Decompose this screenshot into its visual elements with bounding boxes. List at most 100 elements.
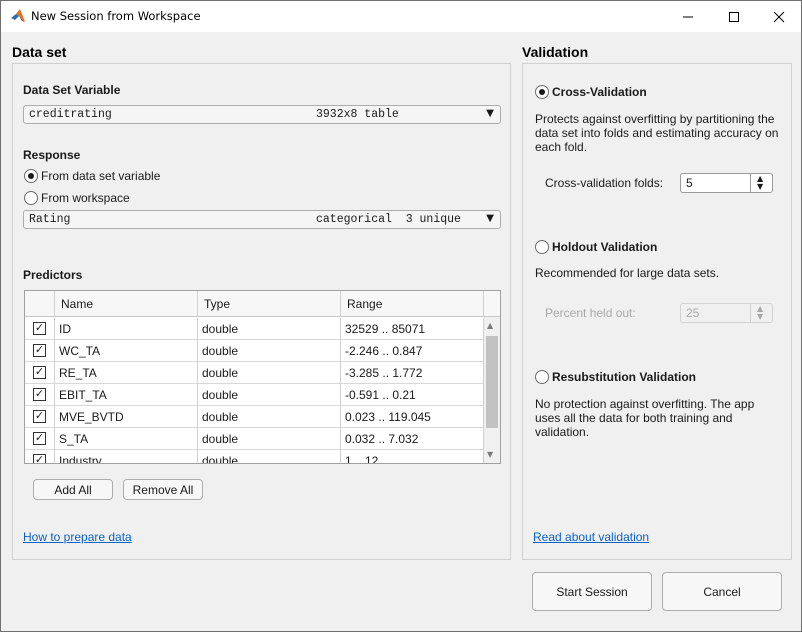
resubstitution-description: No protection against overfitting. The a…: [535, 397, 755, 439]
table-row[interactable]: ✓ RE_TA double -3.285 .. 1.772: [25, 362, 485, 384]
table-header: Name Type Range: [25, 291, 500, 317]
cell-range: -3.285 .. 1.772: [341, 362, 484, 384]
include-checkbox[interactable]: ✓: [33, 344, 46, 357]
cell-type: double: [198, 384, 341, 406]
folds-label: Cross-validation folds:: [545, 176, 664, 190]
remove-all-button[interactable]: Remove All: [123, 479, 203, 500]
read-about-validation-link[interactable]: Read about validation: [533, 530, 649, 544]
dataset-variable-label: Data Set Variable: [23, 83, 121, 97]
how-to-prepare-data-link[interactable]: How to prepare data: [23, 530, 132, 544]
table-scrollbar[interactable]: ▲ ▼: [484, 317, 500, 463]
close-icon: [773, 11, 785, 22]
cross-validation-radio[interactable]: Cross-Validation: [535, 85, 647, 99]
cell-range: 32529 .. 85071: [341, 318, 484, 340]
cell-name: S_TA: [55, 428, 198, 450]
include-checkbox[interactable]: ✓: [33, 432, 46, 445]
table-row[interactable]: ✓ ID double 32529 .. 85071: [25, 318, 485, 340]
close-button[interactable]: [756, 1, 802, 32]
response-variable-dropdown[interactable]: Rating categorical 3 unique ▼: [23, 210, 501, 229]
folds-value: 5: [686, 176, 693, 190]
matlab-logo-icon: [11, 9, 25, 22]
percent-held-out-value: 25: [686, 306, 700, 320]
table-row[interactable]: ✓ MVE_BVTD double 0.023 .. 119.045: [25, 406, 485, 428]
radio-button-icon: [535, 85, 549, 99]
cell-type: double: [198, 406, 341, 428]
dataset-variable-info: 3932x8 table: [316, 108, 399, 121]
folds-spinner[interactable]: 5 ▲ ▼: [680, 173, 773, 193]
response-label: Response: [23, 148, 81, 162]
cell-name: EBIT_TA: [55, 384, 198, 406]
include-checkbox[interactable]: ✓: [33, 322, 46, 335]
response-variable-name: Rating: [29, 213, 71, 226]
cell-name: MVE_BVTD: [55, 406, 198, 428]
column-header-check[interactable]: [25, 291, 55, 317]
scroll-down-arrow-icon[interactable]: ▼: [487, 450, 493, 459]
cell-type: double: [198, 340, 341, 362]
include-checkbox[interactable]: ✓: [33, 454, 46, 463]
radio-button-icon: [535, 370, 549, 384]
cell-name: RE_TA: [55, 362, 198, 384]
spinner-down-icon[interactable]: ▼: [757, 312, 763, 321]
cell-type: double: [198, 362, 341, 384]
percent-held-out-spinner[interactable]: 25 ▲ ▼: [680, 303, 773, 323]
table-row[interactable]: ✓ EBIT_TA double -0.591 .. 0.21: [25, 384, 485, 406]
start-session-button[interactable]: Start Session: [532, 572, 652, 611]
predictors-label: Predictors: [23, 268, 83, 282]
cell-include: ✓: [25, 340, 55, 362]
validation-section-title: Validation: [522, 44, 589, 60]
cell-range: -2.246 .. 0.847: [341, 340, 484, 362]
resubstitution-validation-radio[interactable]: Resubstitution Validation: [535, 370, 696, 384]
response-radio-from-dataset[interactable]: From data set variable: [24, 169, 160, 183]
cell-name: Industry: [55, 450, 198, 463]
dropdown-arrow-icon: ▼: [486, 213, 494, 224]
include-checkbox[interactable]: ✓: [33, 410, 46, 423]
cell-name: WC_TA: [55, 340, 198, 362]
dropdown-arrow-icon: ▼: [486, 108, 494, 119]
cell-include: ✓: [25, 384, 55, 406]
column-header-type[interactable]: Type: [198, 291, 341, 317]
table-row[interactable]: ✓ Industry double 1 .. 12: [25, 450, 485, 463]
minimize-icon: [683, 16, 693, 17]
holdout-validation-radio[interactable]: Holdout Validation: [535, 240, 657, 254]
table-row[interactable]: ✓ S_TA double 0.032 .. 7.032: [25, 428, 485, 450]
include-checkbox[interactable]: ✓: [33, 388, 46, 401]
predictors-table: Name Type Range ✓ ID double 32529 .. 85071 ✓…: [24, 290, 501, 464]
title-bar: New Session from Workspace: [1, 1, 801, 32]
add-all-button[interactable]: Add All: [33, 479, 113, 500]
radio-button-icon: [535, 240, 549, 254]
holdout-description: Recommended for large data sets.: [535, 266, 720, 280]
window-title: New Session from Workspace: [31, 9, 201, 23]
cell-type: double: [198, 450, 341, 463]
folds-spinner-buttons: ▲ ▼: [750, 174, 772, 192]
spinner-down-icon[interactable]: ▼: [757, 182, 763, 191]
scroll-thumb[interactable]: [486, 336, 498, 428]
cell-include: ✓: [25, 362, 55, 384]
cell-name: ID: [55, 318, 198, 340]
column-header-name[interactable]: Name: [55, 291, 198, 317]
cell-range: -0.591 .. 0.21: [341, 384, 484, 406]
cross-validation-description: Protects against overfitting by partitio…: [535, 112, 779, 154]
cell-include: ✓: [25, 450, 55, 463]
cancel-button[interactable]: Cancel: [662, 572, 782, 611]
cell-type: double: [198, 428, 341, 450]
radio-label: From workspace: [41, 191, 130, 205]
radio-button-icon: [24, 191, 38, 205]
cell-range: 0.023 .. 119.045: [341, 406, 484, 428]
dialog-window: New Session from Workspace Data set Data…: [0, 0, 802, 632]
radio-label: Holdout Validation: [552, 240, 658, 254]
percent-spinner-buttons: ▲ ▼: [750, 304, 772, 322]
response-radio-from-workspace[interactable]: From workspace: [24, 191, 130, 205]
column-header-range[interactable]: Range: [341, 291, 484, 317]
radio-label: Resubstitution Validation: [552, 370, 697, 384]
cell-include: ✓: [25, 318, 55, 340]
dataset-variable-dropdown[interactable]: creditrating 3932x8 table ▼: [23, 105, 501, 124]
table-row[interactable]: ✓ WC_TA double -2.246 .. 0.847: [25, 340, 485, 362]
cell-range: 0.032 .. 7.032: [341, 428, 484, 450]
cell-include: ✓: [25, 428, 55, 450]
response-variable-info: categorical 3 unique: [316, 213, 461, 226]
maximize-button[interactable]: [711, 1, 757, 32]
scroll-up-arrow-icon[interactable]: ▲: [487, 321, 493, 330]
cell-type: double: [198, 318, 341, 340]
include-checkbox[interactable]: ✓: [33, 366, 46, 379]
minimize-button[interactable]: [665, 1, 711, 32]
